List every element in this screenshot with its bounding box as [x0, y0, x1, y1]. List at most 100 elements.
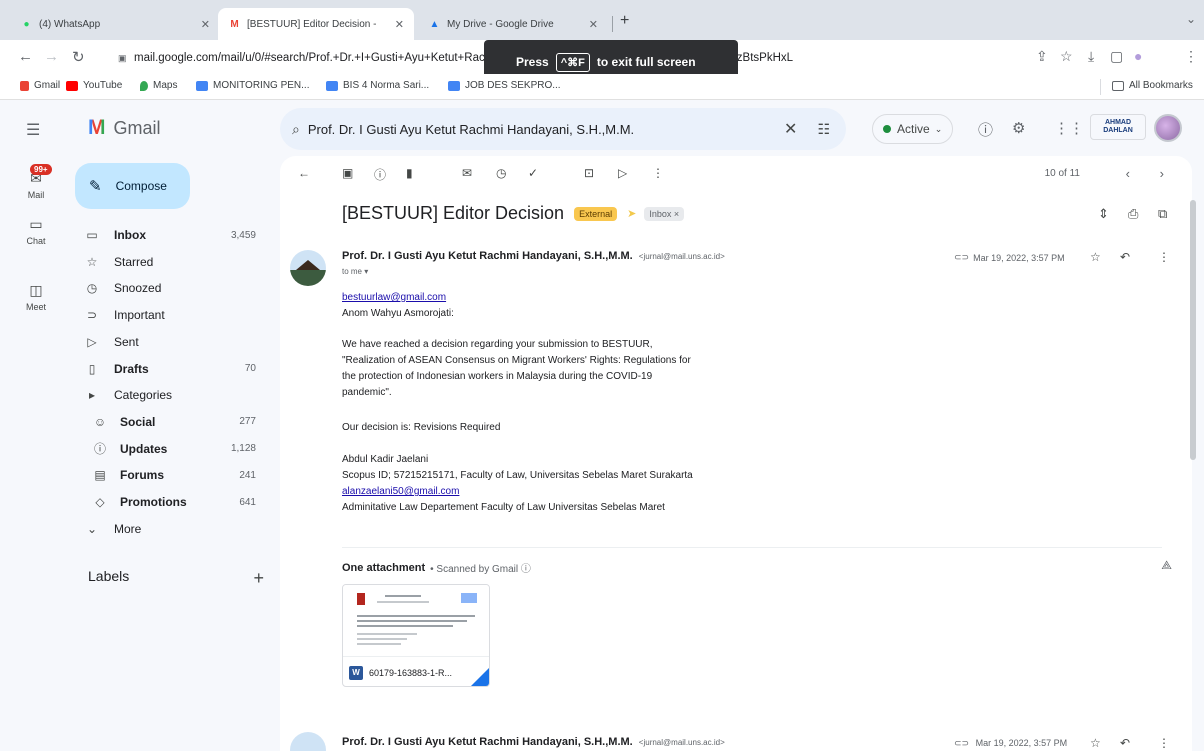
sidebar-item-sent[interactable]: ▷ Sent — [72, 329, 268, 355]
more-vert-icon[interactable]: ⋮ — [1158, 736, 1170, 750]
gmail-icon — [20, 80, 29, 91]
print-icon[interactable]: ⎙ — [1128, 206, 1138, 222]
bookmark-monitoring[interactable]: MONITORING PEN... — [196, 80, 310, 91]
tab-separator — [612, 16, 613, 32]
sender[interactable]: Prof. Dr. I Gusti Ayu Ketut Rachmi Handa… — [342, 736, 725, 748]
bookmark-maps[interactable]: Maps — [140, 80, 177, 91]
download-icon[interactable]: ⤓ — [1088, 48, 1094, 65]
share-icon[interactable]: ⇪ — [1036, 48, 1048, 65]
sidebar-item-forums[interactable]: ▤ Forums 241 — [72, 462, 268, 488]
recipients-toggle[interactable]: to me ▾ — [342, 267, 368, 276]
bookmark-star-icon[interactable]: ☆ — [1060, 48, 1073, 65]
new-tab-icon[interactable]: + — [620, 12, 629, 30]
new-window-icon[interactable]: ⧉ — [1158, 206, 1167, 222]
close-icon[interactable]: ✕ — [201, 18, 210, 31]
sidebar-item-important[interactable]: ⊃ Important — [72, 302, 268, 328]
reply-icon[interactable]: ↶ — [1120, 250, 1130, 264]
attachment-card[interactable]: W 60179-163883-1-R... — [342, 584, 490, 687]
bookmark-jobdes[interactable]: JOB DES SEKPRO... — [448, 80, 561, 91]
bookmark-label: YouTube — [83, 80, 123, 91]
email-paragraph-line: pandemic". — [342, 387, 392, 398]
profile-icon[interactable]: ● — [1134, 48, 1142, 64]
more-vert-icon[interactable]: ⋮ — [1158, 250, 1170, 264]
star-icon[interactable]: ☆ — [1090, 250, 1101, 264]
tab-whatsapp[interactable]: ● (4) WhatsApp ✕ — [10, 8, 220, 40]
reload-icon[interactable]: ↻ — [72, 48, 85, 66]
move-to-icon[interactable]: ⊡ — [584, 166, 594, 180]
sidebar-item-categories[interactable]: ▸ Categories — [72, 382, 268, 408]
back-icon[interactable]: ← — [18, 48, 33, 65]
importance-marker-icon[interactable]: ➤ — [627, 207, 636, 220]
bookmark-bis4[interactable]: BIS 4 Norma Sari... — [326, 80, 429, 91]
apps-grid-icon[interactable]: ⋮⋮ — [1054, 119, 1084, 137]
rail-mail[interactable]: ✉ 99+ Mail — [0, 164, 72, 200]
star-icon[interactable]: ☆ — [1090, 736, 1101, 750]
close-icon[interactable]: ✕ — [589, 18, 598, 31]
settings-gear-icon[interactable]: ⚙ — [1012, 119, 1025, 137]
sender-avatar[interactable] — [290, 732, 326, 751]
more-vert-icon[interactable]: ⋮ — [1184, 48, 1198, 65]
clock-icon: ◷ — [86, 281, 98, 296]
status-label: Active — [897, 122, 930, 136]
sidebar-item-updates[interactable]: ⓘ Updates 1,128 — [72, 436, 268, 462]
reply-icon[interactable]: ↶ — [1120, 736, 1130, 750]
sidebar-item-starred[interactable]: ☆ Starred — [72, 249, 268, 275]
sidebar-item-snoozed[interactable]: ◷ Snoozed — [72, 275, 268, 301]
sender-avatar[interactable] — [290, 250, 326, 286]
older-icon[interactable]: › — [1160, 166, 1164, 181]
bookmark-label: Maps — [153, 80, 178, 91]
browser-tab-bar: ● (4) WhatsApp ✕ M [BESTUUR] Editor Deci… — [0, 0, 1204, 40]
status-dot — [883, 125, 891, 133]
bookmark-youtube[interactable]: YouTube — [66, 80, 122, 91]
sidebar-item-promotions[interactable]: ◇ Promotions 641 — [72, 489, 268, 515]
label-icon[interactable]: ▷ — [618, 166, 627, 180]
mark-unread-icon[interactable]: ✉ — [462, 166, 472, 180]
tab-gmail[interactable]: M [BESTUUR] Editor Decision - ✕ — [218, 8, 414, 40]
delete-icon[interactable]: ▮ — [406, 166, 413, 180]
forward-icon[interactable]: → — [44, 48, 59, 65]
rail-meet[interactable]: ◫ Meet — [0, 282, 72, 312]
tab-drive[interactable]: ▲ My Drive - Google Drive ✕ — [418, 8, 608, 40]
doc-icon — [326, 80, 338, 91]
snooze-icon[interactable]: ◷ — [496, 166, 506, 180]
sidebar-item-social[interactable]: ☺ Social 277 — [72, 409, 268, 435]
bookmark-separator — [1100, 79, 1101, 95]
email-link[interactable]: alanzaelani50@gmail.com — [342, 486, 459, 497]
newer-icon[interactable]: ‹ — [1126, 166, 1130, 181]
rail-chat[interactable]: ▭ Chat — [0, 216, 72, 246]
search-input[interactable]: Prof. Dr. I Gusti Ayu Ketut Rachmi Handa… — [308, 122, 784, 137]
sender[interactable]: Prof. Dr. I Gusti Ayu Ketut Rachmi Handa… — [342, 250, 725, 262]
account-avatar[interactable] — [1154, 114, 1182, 142]
add-label-icon[interactable]: + — [253, 568, 264, 589]
scrollbar[interactable] — [1190, 200, 1196, 460]
add-task-icon[interactable]: ✓ — [528, 166, 538, 180]
expand-all-icon[interactable]: ⇕ — [1098, 206, 1109, 222]
add-to-drive-icon[interactable]: ⟁ — [1161, 558, 1172, 573]
more-vert-icon[interactable]: ⋮ — [652, 166, 664, 180]
gmail-logo[interactable]: M Gmail — [88, 116, 161, 140]
search-bar[interactable]: ⌕ Prof. Dr. I Gusti Ayu Ketut Rachmi Han… — [280, 108, 846, 150]
search-icon[interactable]: ⌕ — [292, 121, 300, 138]
email-body-link[interactable]: bestuurlaw@gmail.com — [342, 290, 446, 306]
help-icon[interactable]: ⓘ — [978, 119, 993, 140]
back-arrow-icon[interactable]: ← — [298, 166, 310, 180]
compose-button[interactable]: ✎ Compose — [75, 163, 190, 209]
archive-icon[interactable]: ▣ — [342, 166, 353, 180]
email-link[interactable]: bestuurlaw@gmail.com — [342, 292, 446, 303]
close-icon[interactable]: ✕ — [395, 18, 404, 31]
bookmark-gmail[interactable]: Gmail — [20, 80, 60, 91]
report-spam-icon[interactable]: ⓘ — [374, 166, 386, 183]
tab-search-icon[interactable]: ⌄ — [1186, 12, 1196, 26]
sidebar-item-inbox[interactable]: ▭ Inbox 3,459 — [72, 222, 268, 248]
menu-icon[interactable]: ☰ — [26, 120, 40, 140]
attachment-divider — [342, 547, 1162, 548]
sidebar-item-more[interactable]: ⌄ More — [72, 516, 268, 542]
status-selector[interactable]: Active ⌄ — [872, 114, 954, 144]
search-options-icon[interactable]: ☷ — [817, 121, 830, 138]
clear-search-icon[interactable]: ✕ — [784, 119, 797, 139]
sidebar-item-drafts[interactable]: ▯ Drafts 70 — [72, 356, 268, 382]
all-bookmarks[interactable]: All Bookmarks — [1112, 80, 1193, 91]
sidepanel-icon[interactable]: ▢ — [1110, 48, 1123, 65]
inbox-label-chip[interactable]: Inbox × — [644, 206, 685, 221]
signature-email[interactable]: alanzaelani50@gmail.com — [342, 484, 459, 500]
